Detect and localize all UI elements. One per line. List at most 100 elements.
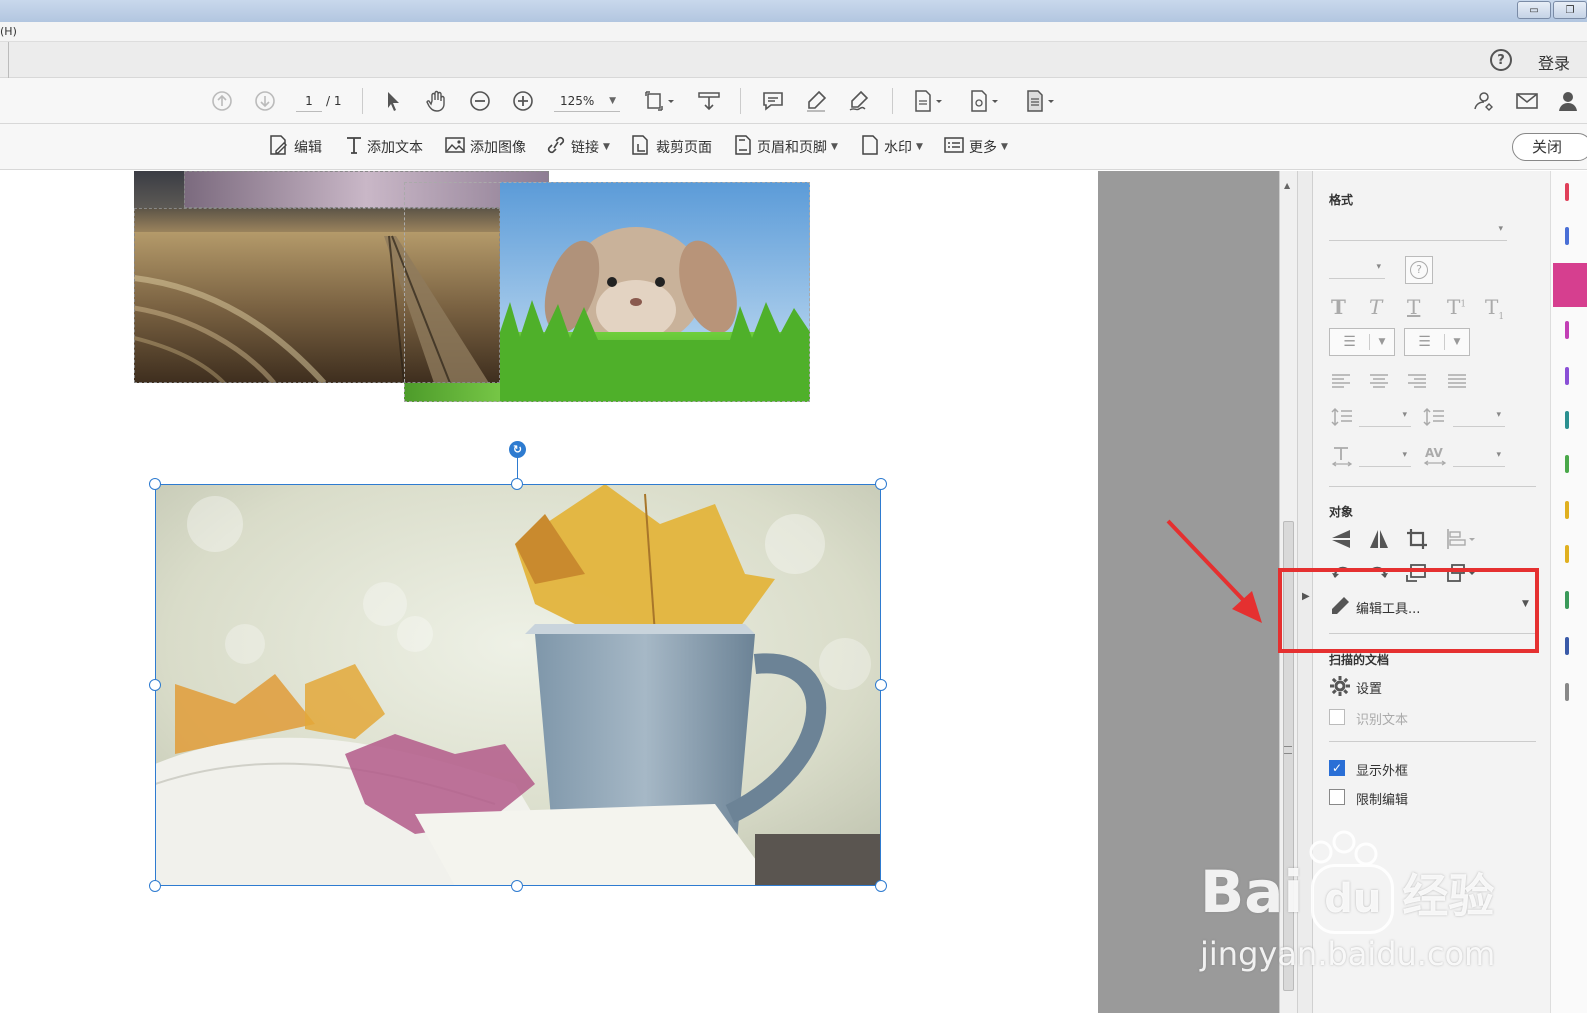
bullet-list-dropdown[interactable]: ☰ ▼: [1329, 328, 1395, 356]
hand-tool-icon[interactable]: [424, 88, 450, 114]
justify-icon[interactable]: [1447, 373, 1467, 393]
sign-tool-icon[interactable]: [1565, 501, 1569, 519]
show-frame-checkbox[interactable]: ✓: [1329, 760, 1345, 776]
next-page-icon[interactable]: [253, 88, 277, 114]
send-tool-icon[interactable]: [1565, 545, 1569, 563]
add-text-label: 添加文本: [367, 140, 423, 156]
bold-icon[interactable]: T: [1331, 295, 1346, 319]
text-t-icon: [345, 135, 363, 160]
italic-icon[interactable]: T: [1369, 295, 1382, 319]
resize-handle-w[interactable]: [149, 679, 161, 691]
restrict-edit-checkbox[interactable]: [1329, 789, 1345, 805]
strip-divider: [8, 42, 11, 78]
user-icon[interactable]: [1556, 88, 1580, 114]
zoom-select[interactable]: 125% ▼: [554, 90, 620, 112]
edit-button[interactable]: 编辑: [268, 134, 322, 158]
compare-tool-icon[interactable]: [1565, 637, 1569, 655]
crop-page-button[interactable]: 裁剪页面: [630, 134, 712, 158]
highlight-pen-icon[interactable]: [803, 88, 829, 114]
scroll-up-icon[interactable]: ▲: [1284, 181, 1290, 190]
more-dropdown[interactable]: 更多 ▼: [943, 136, 1008, 158]
numbered-list-dropdown[interactable]: ☰ ▼: [1404, 328, 1470, 356]
watermark-dropdown[interactable]: 水印 ▼: [860, 134, 923, 158]
rotate-handle-icon[interactable]: ↻: [509, 441, 526, 458]
header-footer-icon: [733, 134, 753, 161]
add-image-button[interactable]: 添加图像: [444, 136, 526, 158]
resize-handle-ne[interactable]: [875, 478, 887, 490]
resize-handle-s[interactable]: [511, 880, 523, 892]
resize-handle-nw[interactable]: [149, 478, 161, 490]
superscript-icon[interactable]: T1: [1447, 295, 1466, 319]
recognize-text-checkbox[interactable]: [1329, 709, 1345, 725]
image-icon: [444, 135, 466, 160]
protect-tool-icon[interactable]: [1565, 591, 1569, 609]
edit-pdf-tool-icon[interactable]: [1553, 263, 1587, 307]
fit-page-icon[interactable]: [642, 88, 678, 114]
prev-page-icon[interactable]: [210, 88, 234, 114]
paw-logo-icon: [1309, 830, 1378, 866]
export-tool-icon[interactable]: [1565, 183, 1569, 201]
more-tools-icon[interactable]: [1565, 683, 1569, 701]
menu-help[interactable]: (H): [0, 25, 17, 38]
export-pdf-icon[interactable]: [966, 88, 1002, 114]
recognize-text-label: 识别文本: [1356, 713, 1409, 728]
add-text-button[interactable]: 添加文本: [345, 136, 423, 158]
gear-icon: [1329, 675, 1351, 701]
create-pdf-icon[interactable]: [910, 88, 946, 114]
header-footer-dropdown[interactable]: 页眉和页脚 ▼: [733, 134, 838, 161]
image-frame-outline: [404, 182, 810, 402]
watermark-url: jingyan.baidu.com: [1200, 935, 1496, 973]
zoom-in-icon[interactable]: [511, 88, 535, 114]
more-label: 更多: [969, 140, 997, 156]
font-help-button[interactable]: ?: [1405, 256, 1433, 284]
settings-link[interactable]: 设置: [1356, 678, 1382, 697]
help-icon[interactable]: ?: [1490, 49, 1512, 71]
organize-tool-icon[interactable]: [1565, 321, 1569, 339]
select-arrow-icon[interactable]: [382, 88, 404, 114]
create-tool-icon[interactable]: [1565, 227, 1569, 245]
resize-handle-sw[interactable]: [149, 880, 161, 892]
organize-pages-icon[interactable]: [1022, 88, 1058, 114]
top-strip: ? 登录: [0, 42, 1587, 78]
flip-horizontal-icon[interactable]: [1367, 527, 1391, 555]
resize-handle-e[interactable]: [875, 679, 887, 691]
grip-icon: [1284, 746, 1292, 754]
paragraph-spacing-dropdown[interactable]: [1453, 407, 1505, 427]
format-section-title: 格式: [1329, 193, 1354, 207]
scroll-mode-icon[interactable]: [696, 88, 722, 114]
edit-label: 编辑: [294, 140, 322, 156]
align-left-icon[interactable]: [1331, 373, 1351, 393]
panel-divider: [1329, 741, 1536, 742]
minimize-button[interactable]: ▭: [1517, 1, 1551, 19]
crop-icon[interactable]: [1405, 527, 1429, 555]
restore-button[interactable]: ❐: [1553, 1, 1587, 19]
close-button[interactable]: 关闭: [1512, 133, 1587, 161]
underline-icon[interactable]: T: [1407, 295, 1420, 319]
comment-tool-icon[interactable]: [1565, 367, 1569, 385]
page-number-input[interactable]: 1: [296, 90, 322, 112]
login-link[interactable]: 登录: [1538, 50, 1570, 74]
combine-tool-icon[interactable]: [1565, 411, 1569, 429]
dark-sky-strip: [134, 171, 184, 208]
align-center-icon[interactable]: [1369, 373, 1389, 393]
zoom-out-icon[interactable]: [468, 88, 492, 114]
forms-tool-icon[interactable]: [1565, 455, 1569, 473]
text-scale-dropdown[interactable]: [1359, 447, 1411, 467]
resize-handle-se[interactable]: [875, 880, 887, 892]
mail-icon[interactable]: [1514, 88, 1540, 114]
line-spacing-dropdown[interactable]: [1359, 407, 1411, 427]
subscript-icon[interactable]: T1: [1485, 295, 1504, 322]
character-spacing-dropdown[interactable]: [1453, 447, 1505, 467]
font-family-dropdown[interactable]: [1329, 221, 1507, 241]
align-right-icon[interactable]: [1407, 373, 1427, 393]
sign-icon[interactable]: [846, 88, 874, 114]
chevron-down-icon: ▼: [603, 142, 610, 152]
link-dropdown[interactable]: 链接 ▼: [545, 136, 610, 158]
font-size-dropdown[interactable]: [1329, 259, 1385, 279]
align-objects-dropdown[interactable]: [1445, 527, 1477, 555]
flip-vertical-icon[interactable]: [1329, 527, 1353, 555]
share-icon[interactable]: [1470, 88, 1496, 114]
comment-icon[interactable]: [760, 88, 786, 114]
chevron-down-icon: ▼: [609, 96, 616, 106]
resize-handle-n[interactable]: [511, 478, 523, 490]
